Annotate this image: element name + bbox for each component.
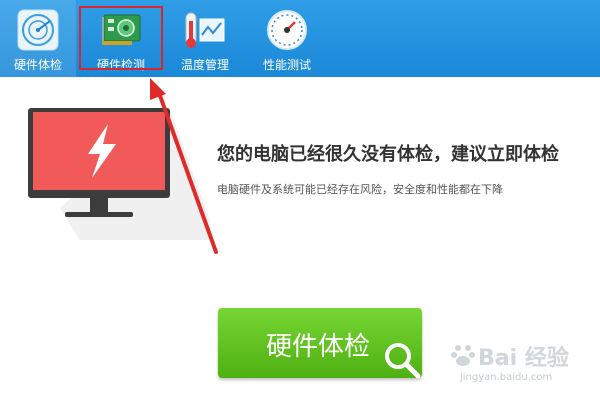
- headline: 您的电脑已经很久没有体检，建议立即体检: [217, 144, 559, 165]
- watermark: Bai 经验 jingyan.baidu.com: [438, 336, 588, 390]
- subline: 电脑硬件及系统可能已经存在风险，安全度和性能都在下降: [217, 183, 503, 196]
- tab-label: 硬件体检: [13, 58, 62, 72]
- tab-hardware-checkup[interactable]: 硬件体检: [0, 0, 76, 77]
- speedometer-icon: [267, 10, 307, 50]
- tab-performance[interactable]: 性能测试: [250, 0, 324, 77]
- baidu-paw-icon: [451, 345, 475, 366]
- tab-label: 温度管理: [180, 58, 229, 72]
- highlight-box: [79, 6, 163, 70]
- monitor-lightning-icon: [28, 108, 210, 240]
- radar-icon: [17, 9, 59, 51]
- tab-temperature[interactable]: 温度管理: [164, 0, 246, 77]
- start-checkup-button[interactable]: 硬件体检: [218, 308, 422, 379]
- tab-label: 性能测试: [262, 58, 311, 72]
- start-checkup-label: 硬件体检: [266, 332, 371, 362]
- thermometer-chart-icon: [185, 12, 225, 48]
- magnifier-icon: [385, 343, 421, 379]
- watermark-text: Bai 经验: [478, 346, 569, 371]
- watermark-url: jingyan.baidu.com: [460, 372, 553, 383]
